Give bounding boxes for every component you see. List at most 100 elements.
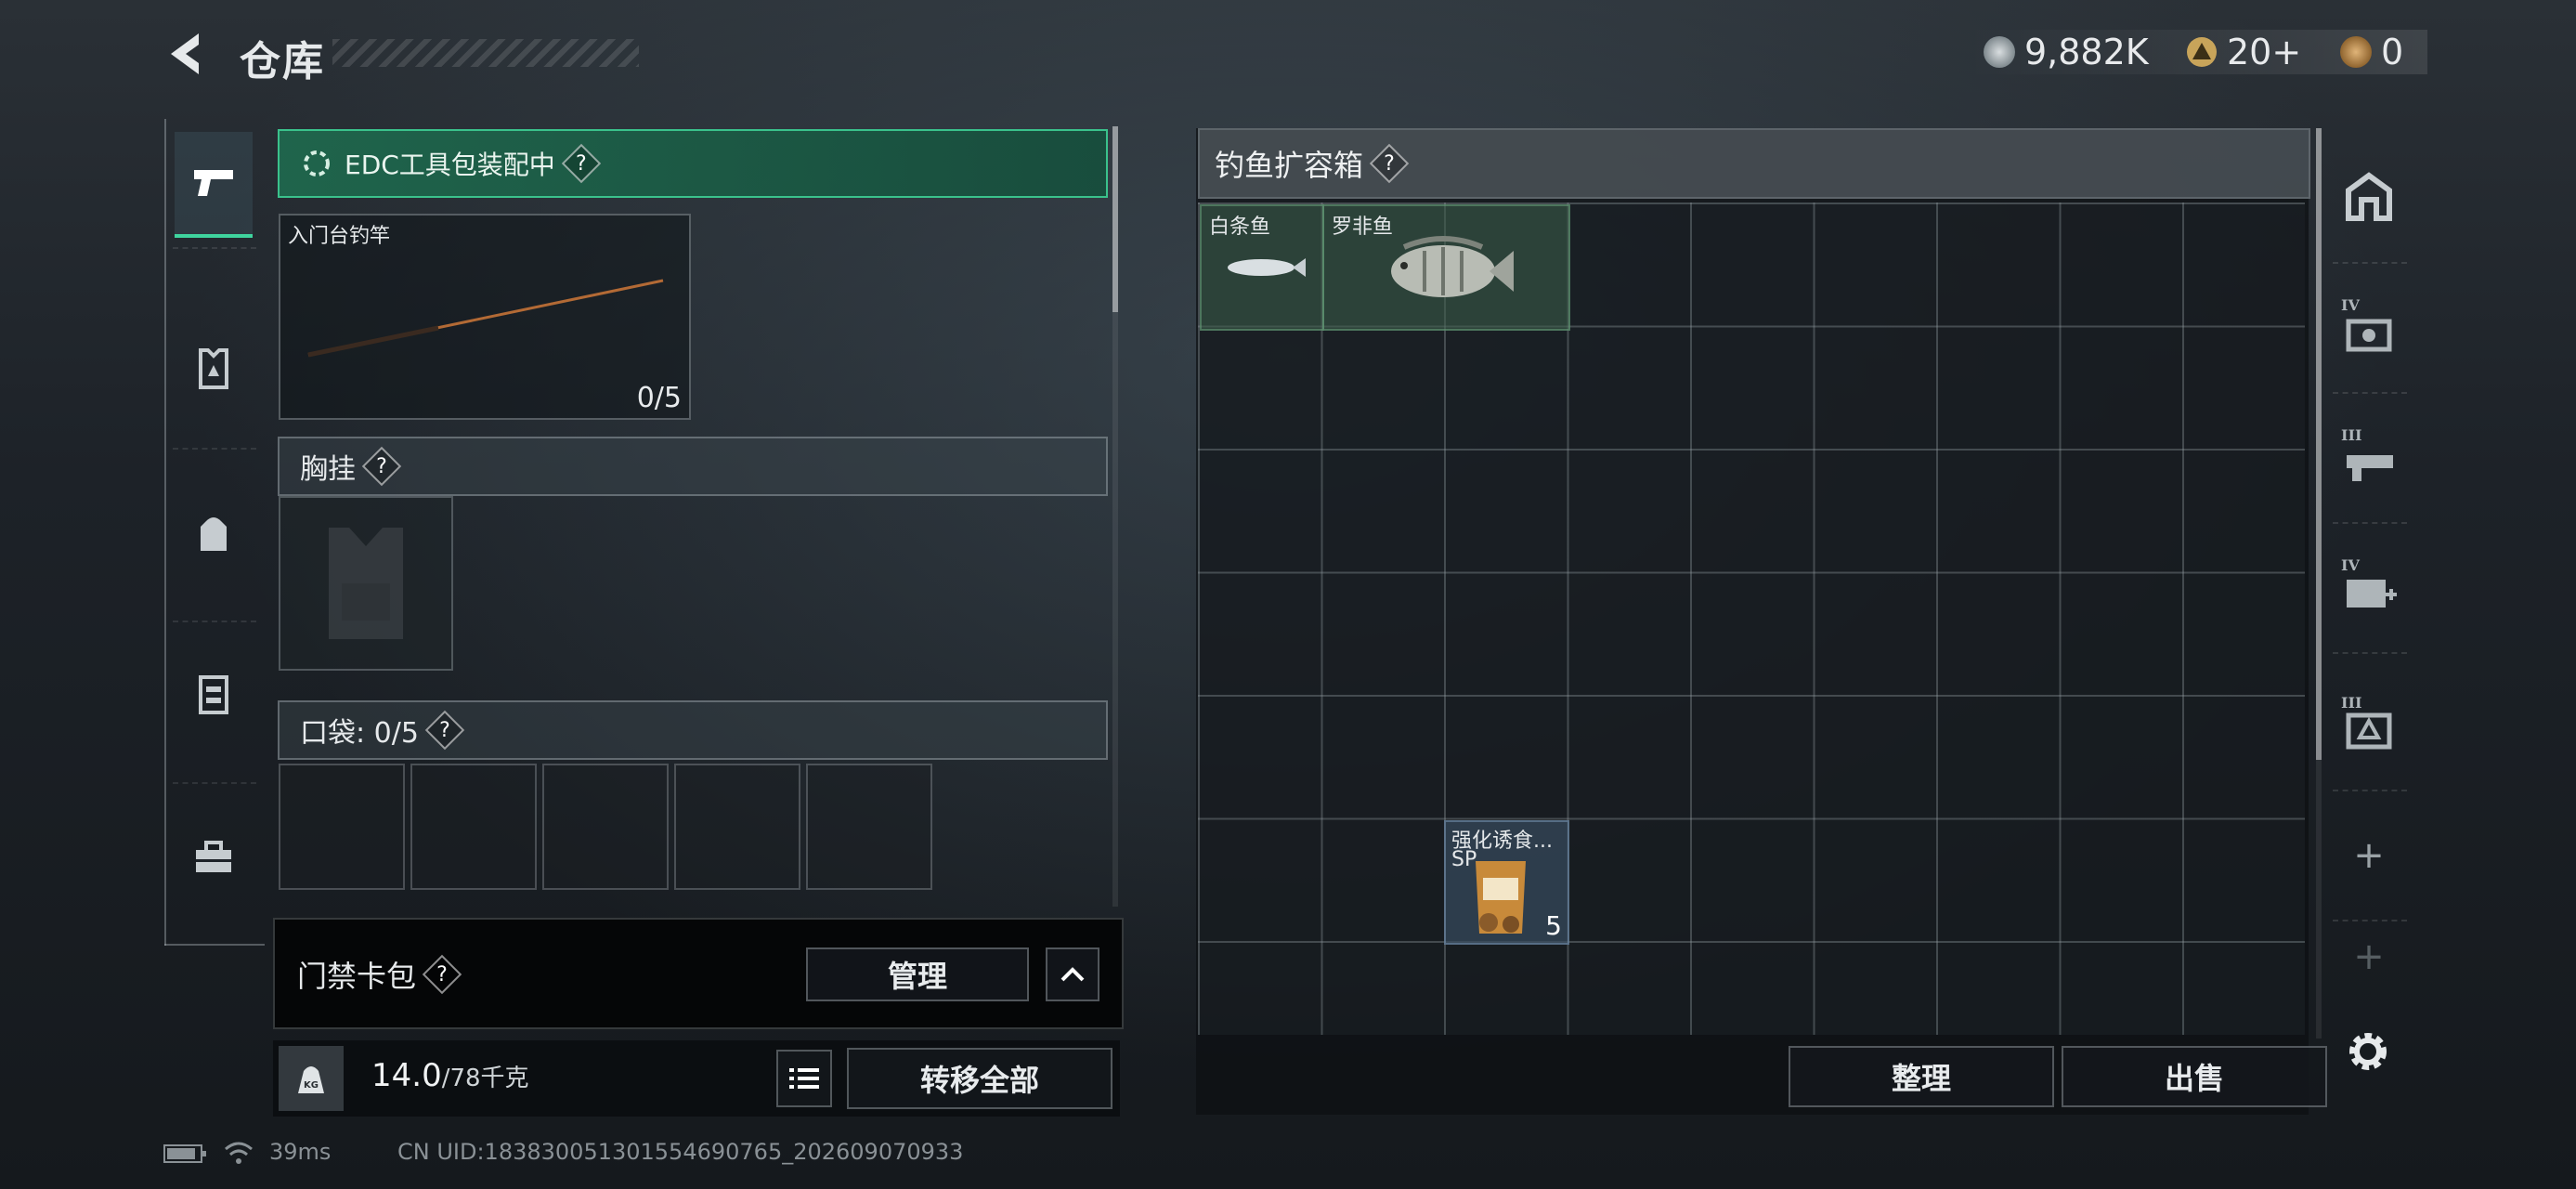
workbench-iv-icon: IV — [2341, 296, 2392, 352]
add-icon: + — [2353, 834, 2385, 877]
currency-gold-value: 20+ — [2227, 32, 2302, 72]
currency-gold[interactable]: 20+ — [2186, 30, 2301, 74]
currency-bronze[interactable]: 0 — [2340, 30, 2403, 74]
toolbox-icon — [196, 841, 231, 872]
chest-rig-label: 胸挂 — [300, 453, 356, 486]
chest-rig-icon — [199, 675, 228, 714]
pocket-slot[interactable] — [279, 764, 405, 890]
help-icon[interactable]: ? — [425, 958, 459, 991]
pocket-slot[interactable] — [674, 764, 800, 890]
crate-header: 钓鱼扩容箱 ? — [1198, 128, 2310, 199]
sort-button[interactable]: 整理 — [1789, 1046, 2054, 1107]
rail-bottom-line — [164, 944, 265, 946]
currency-bronze-value: 0 — [2381, 32, 2404, 72]
gate-card-title: 门禁卡包 ? — [297, 953, 459, 996]
currency-silver[interactable]: 9,882K — [1984, 30, 2149, 74]
rail-add-slot[interactable]: + — [2333, 929, 2405, 985]
svg-text:KG: KG — [304, 1080, 319, 1091]
crate-item-bait[interactable]: 强化诱食... SP 5 — [1444, 820, 1569, 945]
help-icon[interactable]: ? — [1373, 147, 1406, 180]
rail-divider — [173, 247, 256, 249]
rail-tab-chest-rig[interactable] — [175, 643, 253, 745]
svg-text:III: III — [2341, 694, 2361, 712]
rail-divider — [2333, 262, 2407, 264]
gate-card-label: 门禁卡包 — [297, 959, 417, 994]
pockets-section-header: 口袋: 0/5 ? — [278, 700, 1108, 760]
weight-icon-box: KG — [279, 1046, 344, 1111]
rail-tab-weapon[interactable] — [175, 132, 253, 238]
rail-tab-workbench[interactable]: IV — [2333, 271, 2405, 381]
weight-kg-icon: KG — [298, 1066, 324, 1093]
rail-tab-toolbox[interactable] — [175, 806, 253, 908]
sell-button[interactable]: 出售 — [2062, 1046, 2327, 1107]
silver-coin-icon — [1984, 36, 2015, 68]
item-name: 白条鱼 — [1209, 216, 1271, 239]
tilapia-fish-icon — [1391, 236, 1514, 297]
chest-rig-slot[interactable] — [279, 496, 453, 671]
pockets-label: 口袋: 0/5 — [300, 717, 419, 750]
edc-status-bar[interactable]: EDC工具包装配中 ? — [278, 129, 1108, 198]
fishing-rod-icon — [307, 279, 664, 358]
rail-tab-gun-bench[interactable]: III — [2333, 401, 2405, 511]
rail-tab-armor[interactable] — [175, 318, 253, 420]
gold-triangle-coin-icon — [2187, 37, 2217, 67]
rail-tab-backpack[interactable] — [175, 483, 253, 585]
crate-item-bream[interactable]: 白条鱼 — [1200, 204, 1324, 331]
rail-tab-safehouse[interactable] — [2333, 141, 2405, 251]
safehouse-icon — [2346, 172, 2392, 221]
transfer-all-button[interactable]: 转移全部 — [847, 1048, 1112, 1109]
manage-button[interactable]: 管理 — [806, 947, 1029, 1001]
chest-rig-section-header: 胸挂 ? — [278, 437, 1108, 496]
rod-name: 入门台钓竿 — [288, 225, 391, 248]
rail-divider — [2333, 652, 2407, 654]
gear-icon[interactable] — [2342, 1026, 2394, 1078]
bronze-coin-icon — [2340, 36, 2372, 68]
armor-vest-icon — [199, 348, 228, 389]
ping-readout: 39ms — [269, 1139, 332, 1165]
crate-item-tilapia[interactable]: 罗非鱼 — [1322, 204, 1570, 331]
help-icon[interactable]: ? — [565, 147, 598, 180]
rail-divider — [2333, 392, 2407, 394]
rail-divider — [2333, 790, 2407, 791]
crate-scrollbar-thumb[interactable] — [2316, 128, 2322, 760]
loadout-scrollbar-thumb[interactable] — [1112, 126, 1118, 312]
weight-value: 14.0 — [371, 1057, 442, 1094]
user-uid: CN UID:1838300513015546907​65_2026090709… — [397, 1139, 964, 1165]
rail-tab-medical[interactable]: IV — [2333, 531, 2405, 641]
weight-readout: 14.0/78千克 — [371, 1057, 529, 1094]
rail-divider — [2333, 920, 2407, 921]
backpack-icon — [201, 517, 227, 551]
fishing-rod-slot[interactable]: 入门台钓竿 0/5 — [279, 214, 691, 420]
gate-card-bar: 门禁卡包 ? 管理 — [273, 918, 1124, 1029]
gun-bench-iii-icon: III — [2341, 426, 2393, 481]
help-icon[interactable]: ? — [365, 450, 398, 483]
page-title: 仓库 — [240, 38, 325, 85]
rail-divider — [173, 782, 256, 784]
weight-max: /78千克 — [441, 1065, 529, 1092]
list-icon — [789, 1068, 819, 1089]
svg-text:III: III — [2341, 426, 2361, 444]
rail-divider — [173, 621, 256, 622]
chevron-up-icon — [1060, 967, 1085, 982]
pocket-slot[interactable] — [806, 764, 932, 890]
rod-count: 0/5 — [636, 382, 682, 414]
medical-iv-icon: IV — [2341, 556, 2397, 608]
rail-divider — [173, 448, 256, 450]
back-arrow-icon[interactable] — [158, 26, 214, 82]
battery-icon — [163, 1144, 206, 1163]
pocket-slot[interactable] — [542, 764, 669, 890]
bream-fish-icon — [1228, 258, 1306, 277]
help-icon[interactable]: ? — [428, 713, 462, 747]
pocket-slot[interactable] — [410, 764, 537, 890]
currency-silver-value: 9,882K — [2024, 32, 2149, 72]
rail-tab-armor-bench[interactable]: III — [2333, 669, 2405, 778]
list-view-button[interactable] — [776, 1050, 832, 1107]
svg-text:IV: IV — [2341, 556, 2360, 574]
pistol-icon — [194, 170, 233, 196]
item-count: 5 — [1545, 910, 1562, 941]
crate-title: 钓鱼扩容箱 — [1215, 148, 1364, 183]
rail-add-slot[interactable]: + — [2333, 801, 2405, 910]
collapse-button[interactable] — [1046, 947, 1099, 1001]
loading-spinner-icon — [304, 150, 330, 176]
svg-text:IV: IV — [2341, 296, 2360, 314]
